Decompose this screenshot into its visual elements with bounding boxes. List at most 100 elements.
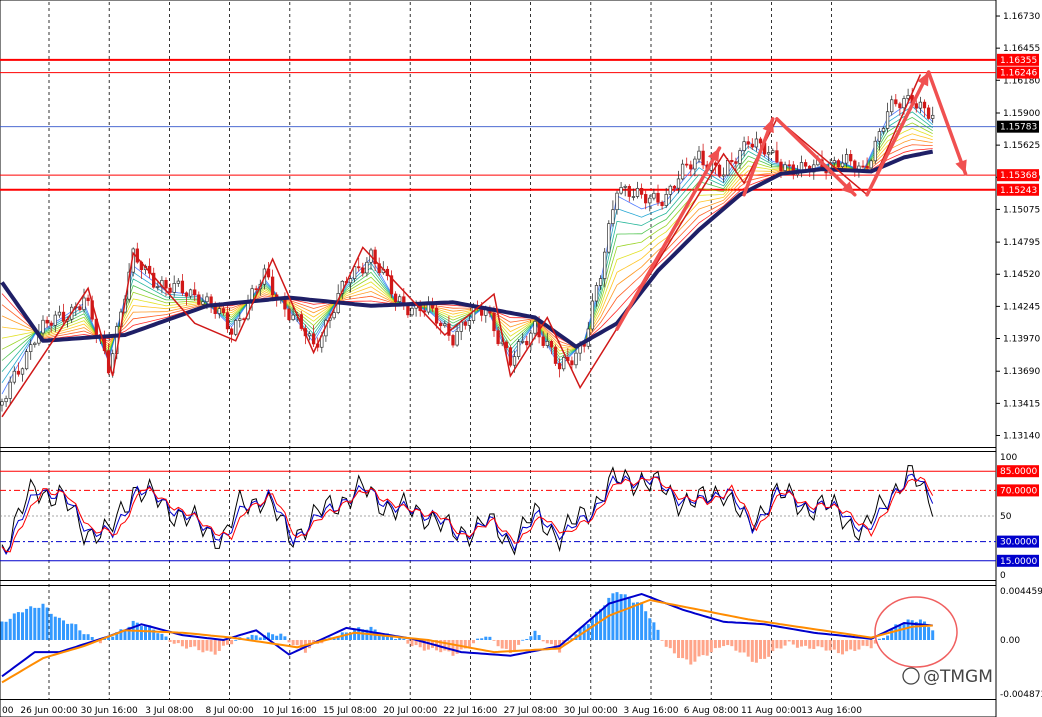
candle-body xyxy=(270,276,275,296)
macd-histogram-bar xyxy=(845,639,849,652)
macd-histogram-bar xyxy=(705,639,709,656)
macd-histogram-bar xyxy=(49,613,53,640)
macd-histogram-bar xyxy=(394,638,398,640)
candle-body xyxy=(8,381,12,399)
candle-body xyxy=(619,187,623,194)
macd-histogram-bar xyxy=(291,639,295,646)
candle-body xyxy=(615,192,619,211)
macd-histogram-bar xyxy=(57,617,61,640)
macd-histogram-bar xyxy=(62,620,65,640)
macd-histogram-bar xyxy=(139,626,143,640)
candle-body xyxy=(176,280,180,284)
candle-body xyxy=(254,288,258,291)
candle-body xyxy=(205,296,209,303)
macd-histogram-bar xyxy=(217,639,221,651)
candle-body xyxy=(603,251,607,279)
macd-histogram-bar xyxy=(78,630,82,640)
candle-body xyxy=(307,333,312,337)
stochastic-level-tag-text: 15.0000 xyxy=(1000,557,1037,567)
candle-body xyxy=(29,344,33,352)
candle-body xyxy=(193,289,197,296)
macd-histogram-bar xyxy=(488,636,492,640)
candle-body xyxy=(443,323,447,327)
candle-body xyxy=(180,280,185,294)
candle-body xyxy=(701,150,705,166)
macd-histogram-bar xyxy=(771,639,775,652)
candle-body xyxy=(86,297,90,302)
candle-body xyxy=(668,185,672,195)
macd-histogram-bar xyxy=(168,639,172,642)
price-tick-label: 1.14795 xyxy=(1003,238,1040,248)
candle-body xyxy=(33,342,37,345)
macd-histogram-bar xyxy=(201,639,205,653)
macd-histogram-bar xyxy=(541,639,545,642)
price-tick-label: 1.14520 xyxy=(1003,270,1040,280)
macd-histogram-bar xyxy=(21,612,24,640)
price-tick-label: 1.13140 xyxy=(1003,431,1040,441)
macd-histogram-bar xyxy=(648,618,652,640)
candle-body xyxy=(16,370,21,375)
candle-body xyxy=(213,306,217,314)
macd-histogram-bar xyxy=(853,639,857,651)
candle-body xyxy=(439,322,443,327)
macd-histogram-bar xyxy=(41,603,45,640)
macd-histogram-bar xyxy=(476,638,480,640)
macd-histogram-bar xyxy=(74,624,78,640)
macd-histogram-bar xyxy=(824,639,828,651)
candle-body xyxy=(512,356,517,366)
level-tag-text: 1.15368 xyxy=(1000,171,1037,181)
macd-histogram-bar xyxy=(742,639,746,653)
stochastic-level-tag-text: 30.0000 xyxy=(1000,538,1037,548)
candle-body xyxy=(451,335,455,346)
macd-histogram-bar xyxy=(734,639,738,651)
macd-histogram-bar xyxy=(0,621,4,640)
macd-histogram-bar xyxy=(480,638,484,640)
time-tick-label: 13 Aug 16:00 xyxy=(801,706,862,716)
macd-tick-label: -0.004873 xyxy=(1000,690,1042,700)
macd-histogram-bar xyxy=(869,639,873,649)
stochastic-level-tag-text: 70.0000 xyxy=(1000,486,1037,496)
candle-body xyxy=(172,283,176,293)
candle-body xyxy=(201,301,205,305)
time-tick-label: 6 Aug 08:00 xyxy=(684,706,739,716)
macd-histogram-bar xyxy=(533,630,537,640)
macd-histogram-bar xyxy=(763,639,767,659)
macd-histogram-bar xyxy=(603,605,607,640)
macd-histogram-bar xyxy=(275,635,279,640)
macd-histogram-bar xyxy=(25,608,29,640)
candle-body xyxy=(861,165,865,168)
macd-histogram-bar xyxy=(656,629,660,640)
candle-body xyxy=(549,340,554,348)
candle-body xyxy=(738,150,742,164)
candle-body xyxy=(660,201,664,206)
macd-histogram-bar xyxy=(37,607,41,640)
candle-body xyxy=(648,197,652,204)
macd-histogram-bar xyxy=(898,625,902,640)
macd-histogram-bar xyxy=(185,639,188,649)
candle-body xyxy=(393,293,398,302)
candle-body xyxy=(525,340,529,346)
macd-histogram-bar xyxy=(767,639,771,657)
candle-body xyxy=(611,209,615,224)
candle-body xyxy=(767,152,771,155)
stochastic-level-tag-text: 85.0000 xyxy=(1000,467,1037,477)
candle-body xyxy=(496,330,500,345)
candle-body xyxy=(840,162,845,168)
candle-body xyxy=(594,285,599,302)
macd-histogram-bar xyxy=(820,639,824,648)
macd-histogram-bar xyxy=(828,639,832,651)
macd-histogram-bar xyxy=(513,639,516,652)
candle-body xyxy=(467,320,472,326)
macd-histogram-bar xyxy=(529,636,533,640)
current-price-tag-text: 1.15783 xyxy=(1000,123,1037,133)
candle-body xyxy=(516,341,521,357)
macd-histogram-bar xyxy=(496,639,500,647)
candle-body xyxy=(238,318,242,321)
macd-histogram-bar xyxy=(804,639,808,646)
candle-body xyxy=(717,164,722,177)
candle-body xyxy=(902,98,906,109)
macd-histogram-bar xyxy=(8,618,12,640)
time-tick-label: 3 Aug 16:00 xyxy=(624,706,679,716)
macd-histogram-bar xyxy=(726,639,730,646)
macd-histogram-bar xyxy=(193,639,197,647)
